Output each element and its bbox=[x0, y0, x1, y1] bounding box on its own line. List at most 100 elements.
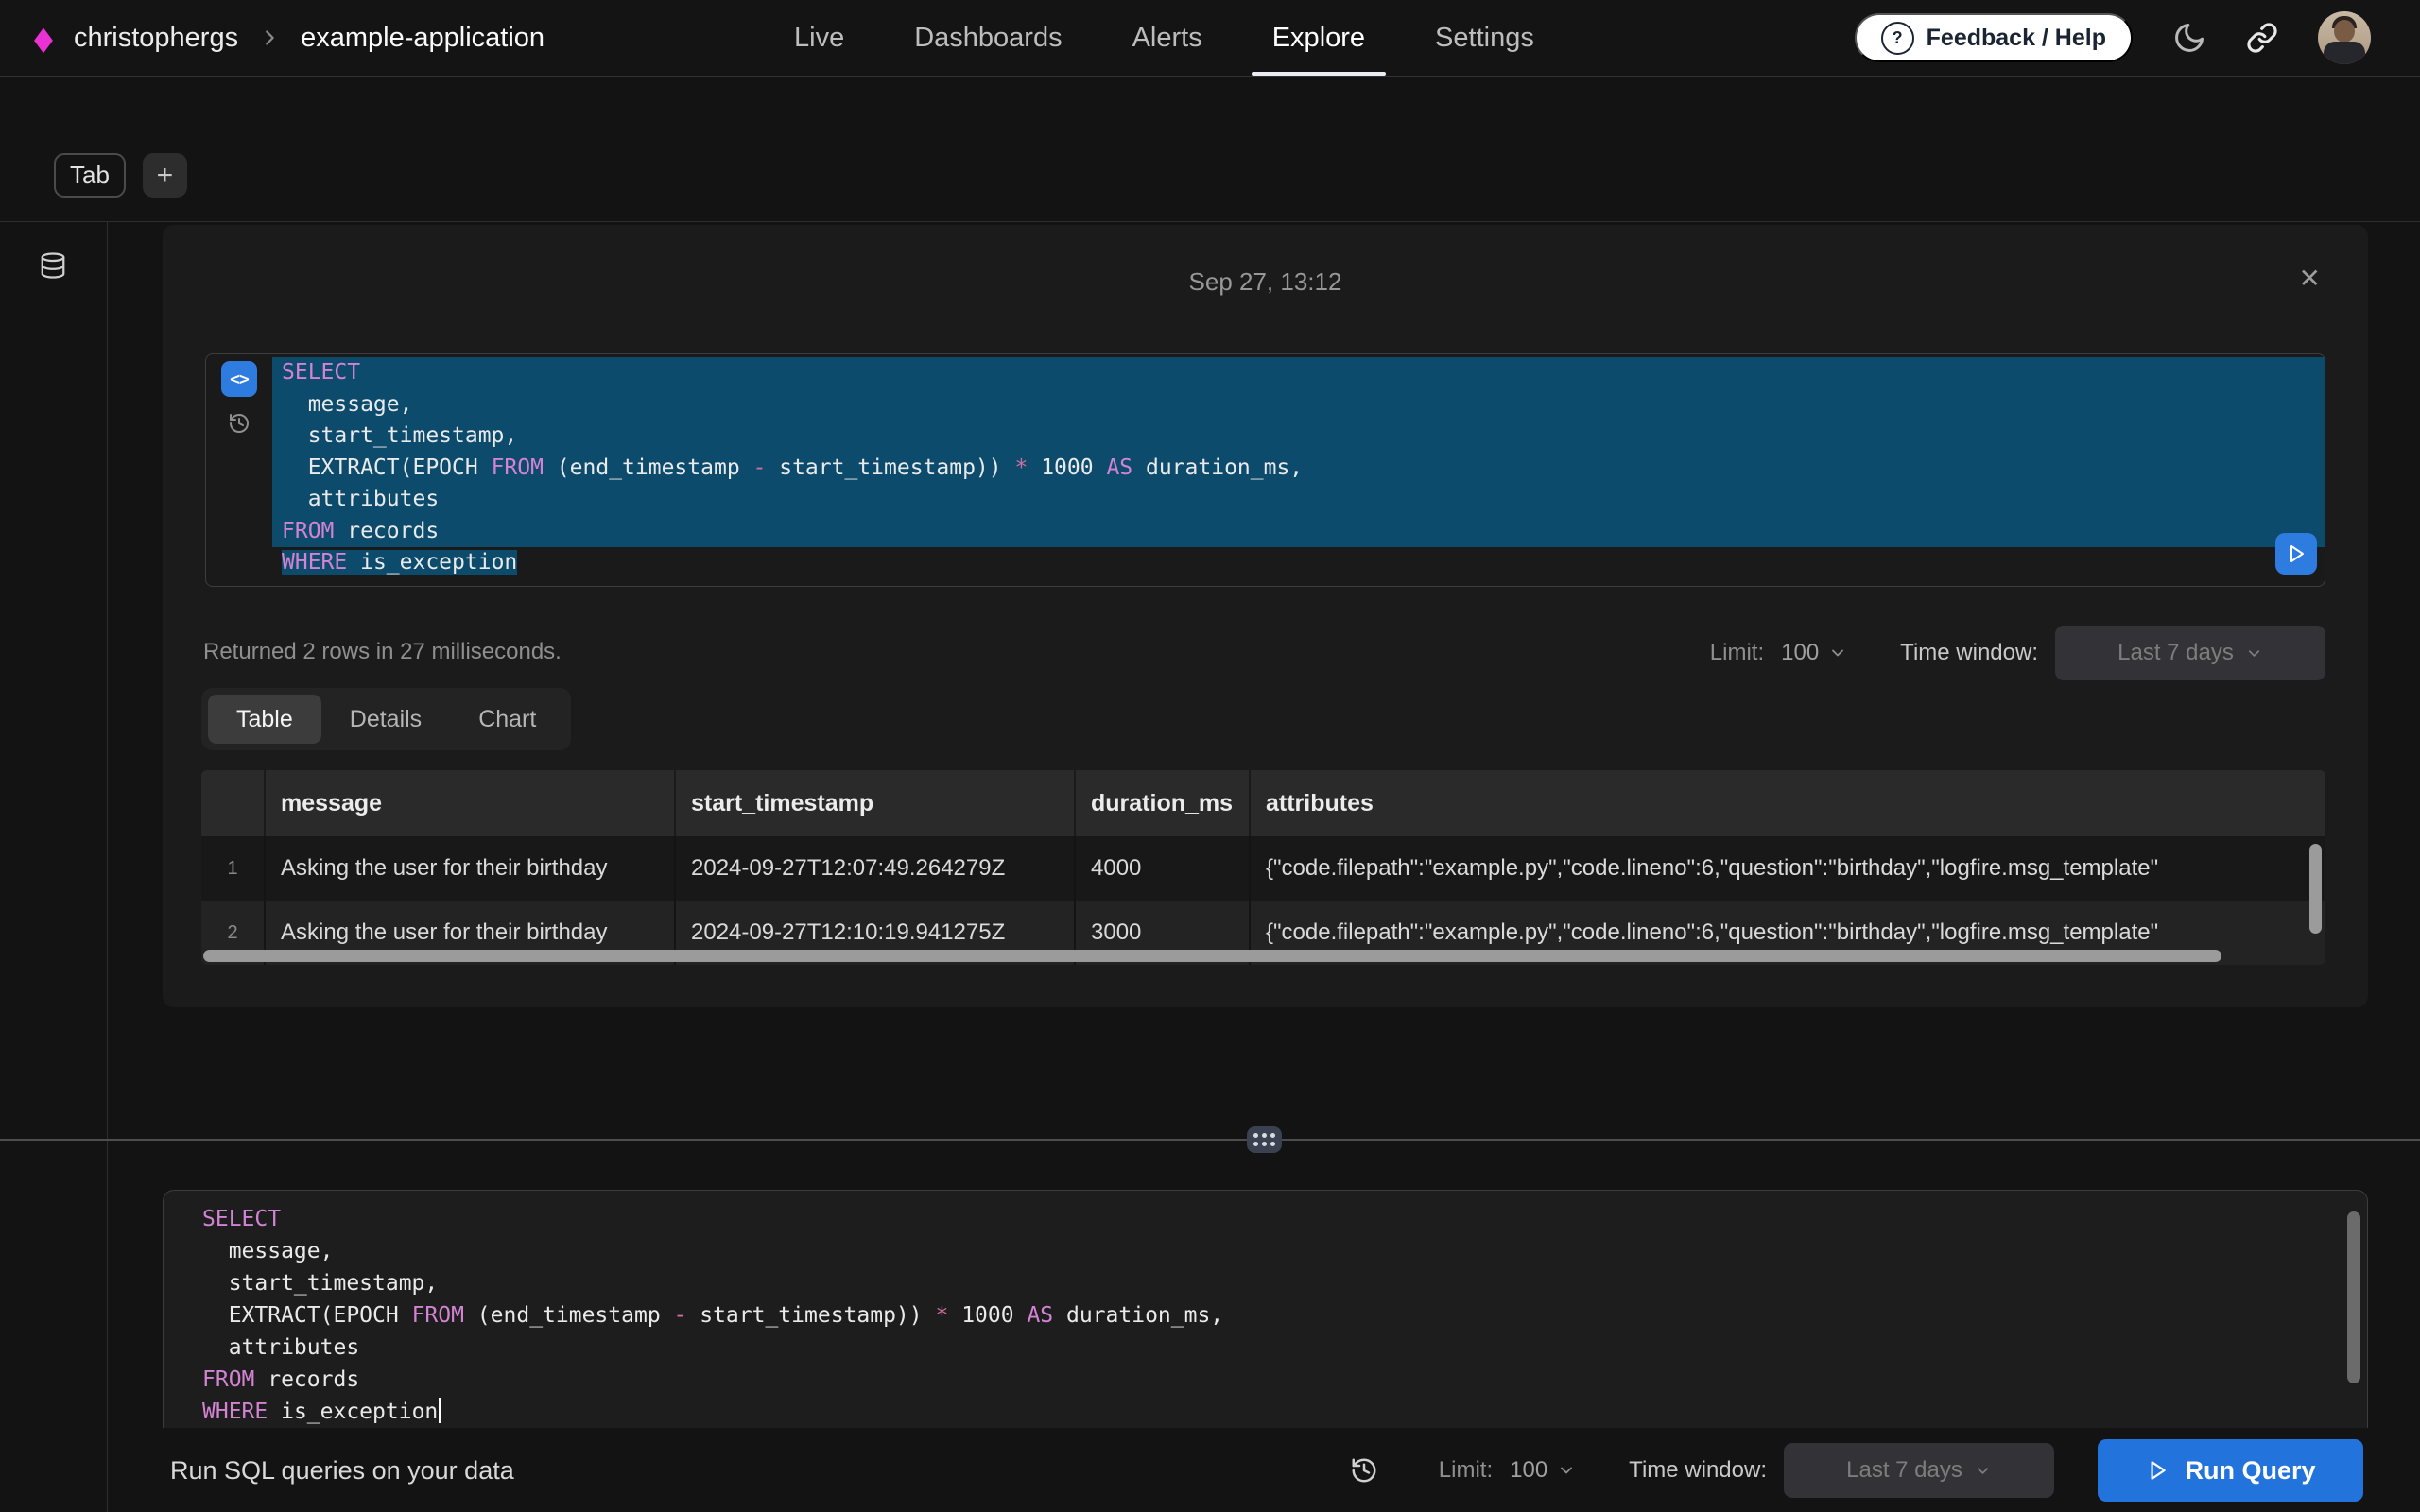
user-avatar[interactable] bbox=[2318, 11, 2371, 64]
feedback-help-button[interactable]: ? Feedback / Help bbox=[1855, 13, 2133, 62]
chevron-down-icon[interactable] bbox=[1828, 644, 1847, 662]
sql-line: SELECT bbox=[193, 1203, 2367, 1235]
table-header-duration_ms[interactable]: duration_ms bbox=[1074, 770, 1249, 836]
sql-line: attributes bbox=[193, 1332, 2367, 1364]
database-icon[interactable] bbox=[39, 250, 67, 281]
splitter-drag-handle[interactable] bbox=[1247, 1126, 1282, 1153]
history-icon bbox=[1350, 1456, 1378, 1485]
grip-dots-icon bbox=[1253, 1133, 1258, 1138]
chevron-down-icon bbox=[2245, 644, 2263, 662]
nav-right: ? Feedback / Help bbox=[1855, 0, 2371, 76]
breadcrumb-project[interactable]: example-application bbox=[301, 23, 544, 54]
nav-item-explore[interactable]: Explore bbox=[1272, 0, 1365, 76]
sql-line: FROM records bbox=[272, 516, 2325, 548]
editor-hint: Run SQL queries on your data bbox=[170, 1456, 514, 1486]
limit-label: Limit: bbox=[1439, 1457, 1493, 1484]
rerun-query-button[interactable] bbox=[2275, 533, 2317, 575]
view-tab-table[interactable]: Table bbox=[208, 695, 321, 744]
horizontal-scrollbar[interactable] bbox=[203, 950, 2221, 962]
logfire-logo-icon[interactable]: ◆ bbox=[34, 21, 53, 54]
limit-select[interactable]: 100 bbox=[1781, 640, 1819, 666]
sql-line: FROM records bbox=[193, 1364, 2367, 1396]
theme-toggle-button[interactable] bbox=[2172, 21, 2206, 55]
sql-line: message, bbox=[193, 1235, 2367, 1267]
pane-splitter[interactable] bbox=[0, 1139, 2420, 1141]
table-header-start_timestamp[interactable]: start_timestamp bbox=[674, 770, 1074, 836]
vertical-scrollbar[interactable] bbox=[2309, 844, 2322, 934]
chevron-right-icon bbox=[259, 27, 280, 48]
sql-keyword: WHERE bbox=[202, 1400, 268, 1424]
table-cell: 2024-09-27T12:07:49.264279Z bbox=[674, 836, 1074, 901]
play-icon bbox=[2145, 1458, 2169, 1483]
plus-icon: + bbox=[157, 160, 174, 192]
sql-keyword: SELECT bbox=[282, 360, 360, 385]
result-controls: Limit: 100 Time window: Last 7 days bbox=[1710, 626, 2325, 680]
text-cursor bbox=[439, 1398, 441, 1423]
query-sql-text[interactable]: SELECT message, start_timestamp, EXTRACT… bbox=[272, 354, 2325, 586]
footer-bar: Run SQL queries on your data Limit: 100 … bbox=[108, 1428, 2420, 1512]
sql-editor-text[interactable]: SELECT message, start_timestamp, EXTRACT… bbox=[193, 1203, 2367, 1428]
time-window-select[interactable]: Last 7 days bbox=[2055, 626, 2325, 680]
run-query-button[interactable]: Run Query bbox=[2098, 1439, 2363, 1502]
table-header-message[interactable]: message bbox=[264, 770, 674, 836]
close-card-button[interactable]: ✕ bbox=[2293, 265, 2326, 293]
sql-line: EXTRACT(EPOCH FROM (end_timestamp - star… bbox=[193, 1299, 2367, 1332]
footer-controls: Limit: 100 Time window: Last 7 days Ru bbox=[1350, 1439, 2363, 1502]
sql-line: start_timestamp, bbox=[193, 1267, 2367, 1299]
sql-keyword: FROM bbox=[202, 1367, 254, 1392]
table-header-attributes[interactable]: attributes bbox=[1249, 770, 2325, 836]
limit-label: Limit: bbox=[1710, 640, 1764, 666]
sql-line: EXTRACT(EPOCH FROM (end_timestamp - star… bbox=[272, 453, 2325, 485]
time-window-label: Time window: bbox=[1629, 1457, 1767, 1484]
view-tab-details[interactable]: Details bbox=[321, 695, 450, 744]
query-result-card: Sep 27, 13:12 ✕ <> SELECT message, start… bbox=[163, 225, 2368, 1007]
sql-keyword: FROM bbox=[412, 1303, 464, 1328]
time-window-label: Time window: bbox=[1900, 640, 2038, 666]
query-sql-block[interactable]: <> SELECT message, start_timestamp, EXTR… bbox=[205, 353, 2325, 587]
table-cell: {"code.filepath":"example.py","code.line… bbox=[1249, 836, 2325, 901]
chevron-down-icon bbox=[1974, 1462, 1992, 1480]
explore-page: ◆ christophergs example-application Live… bbox=[0, 0, 2420, 1512]
sql-keyword: FROM bbox=[282, 519, 334, 543]
time-window-value: Last 7 days bbox=[2118, 640, 2234, 666]
main-area: Sep 27, 13:12 ✕ <> SELECT message, start… bbox=[0, 221, 2420, 1512]
sql-editor[interactable]: SELECT message, start_timestamp, EXTRACT… bbox=[163, 1190, 2368, 1428]
feedback-help-label: Feedback / Help bbox=[1927, 25, 2106, 52]
nav-item-alerts[interactable]: Alerts bbox=[1132, 0, 1202, 76]
top-nav: ◆ christophergs example-application Live… bbox=[0, 0, 2420, 77]
nav-item-dashboards[interactable]: Dashboards bbox=[914, 0, 1062, 76]
question-circle-icon: ? bbox=[1881, 22, 1914, 55]
sql-selection: WHERE is_exception bbox=[282, 550, 517, 575]
time-window-value: Last 7 days bbox=[1846, 1457, 1962, 1484]
query-history-button[interactable] bbox=[1350, 1456, 1378, 1485]
tab-item[interactable]: Tab bbox=[54, 153, 126, 198]
code-block-button[interactable]: <> bbox=[221, 361, 257, 397]
nav-item-settings[interactable]: Settings bbox=[1435, 0, 1534, 76]
time-window-select[interactable]: Last 7 days bbox=[1784, 1443, 2054, 1498]
limit-select[interactable]: 100 bbox=[1510, 1457, 1547, 1484]
sql-keyword: WHERE bbox=[282, 550, 347, 575]
tab-bar: Tab + bbox=[54, 153, 187, 198]
chevron-down-icon[interactable] bbox=[1557, 1461, 1576, 1480]
table-cell: 4000 bbox=[1074, 836, 1249, 901]
sql-block-gutter: <> bbox=[206, 354, 272, 586]
run-query-label: Run Query bbox=[2185, 1456, 2315, 1486]
sql-keyword: AS bbox=[1106, 455, 1132, 480]
table-body: 1Asking the user for their birthday2024-… bbox=[201, 836, 2325, 965]
add-tab-button[interactable]: + bbox=[143, 153, 187, 198]
table-row[interactable]: 1Asking the user for their birthday2024-… bbox=[201, 836, 2325, 901]
nav-item-live[interactable]: Live bbox=[794, 0, 844, 76]
history-icon[interactable] bbox=[228, 412, 251, 435]
sql-keyword: FROM bbox=[492, 455, 544, 480]
link-icon bbox=[2246, 22, 2278, 54]
table-header-index[interactable] bbox=[201, 770, 264, 836]
sql-line: WHERE is_exception bbox=[272, 547, 2325, 579]
breadcrumb-org[interactable]: christophergs bbox=[74, 23, 238, 54]
query-timestamp: Sep 27, 13:12 bbox=[163, 267, 2368, 297]
sql-line: message, bbox=[272, 389, 2325, 421]
table-cell: Asking the user for their birthday bbox=[264, 836, 674, 901]
sql-line: start_timestamp, bbox=[272, 421, 2325, 453]
share-link-button[interactable] bbox=[2246, 22, 2278, 54]
view-tab-chart[interactable]: Chart bbox=[450, 695, 564, 744]
editor-scrollbar[interactable] bbox=[2347, 1211, 2360, 1383]
